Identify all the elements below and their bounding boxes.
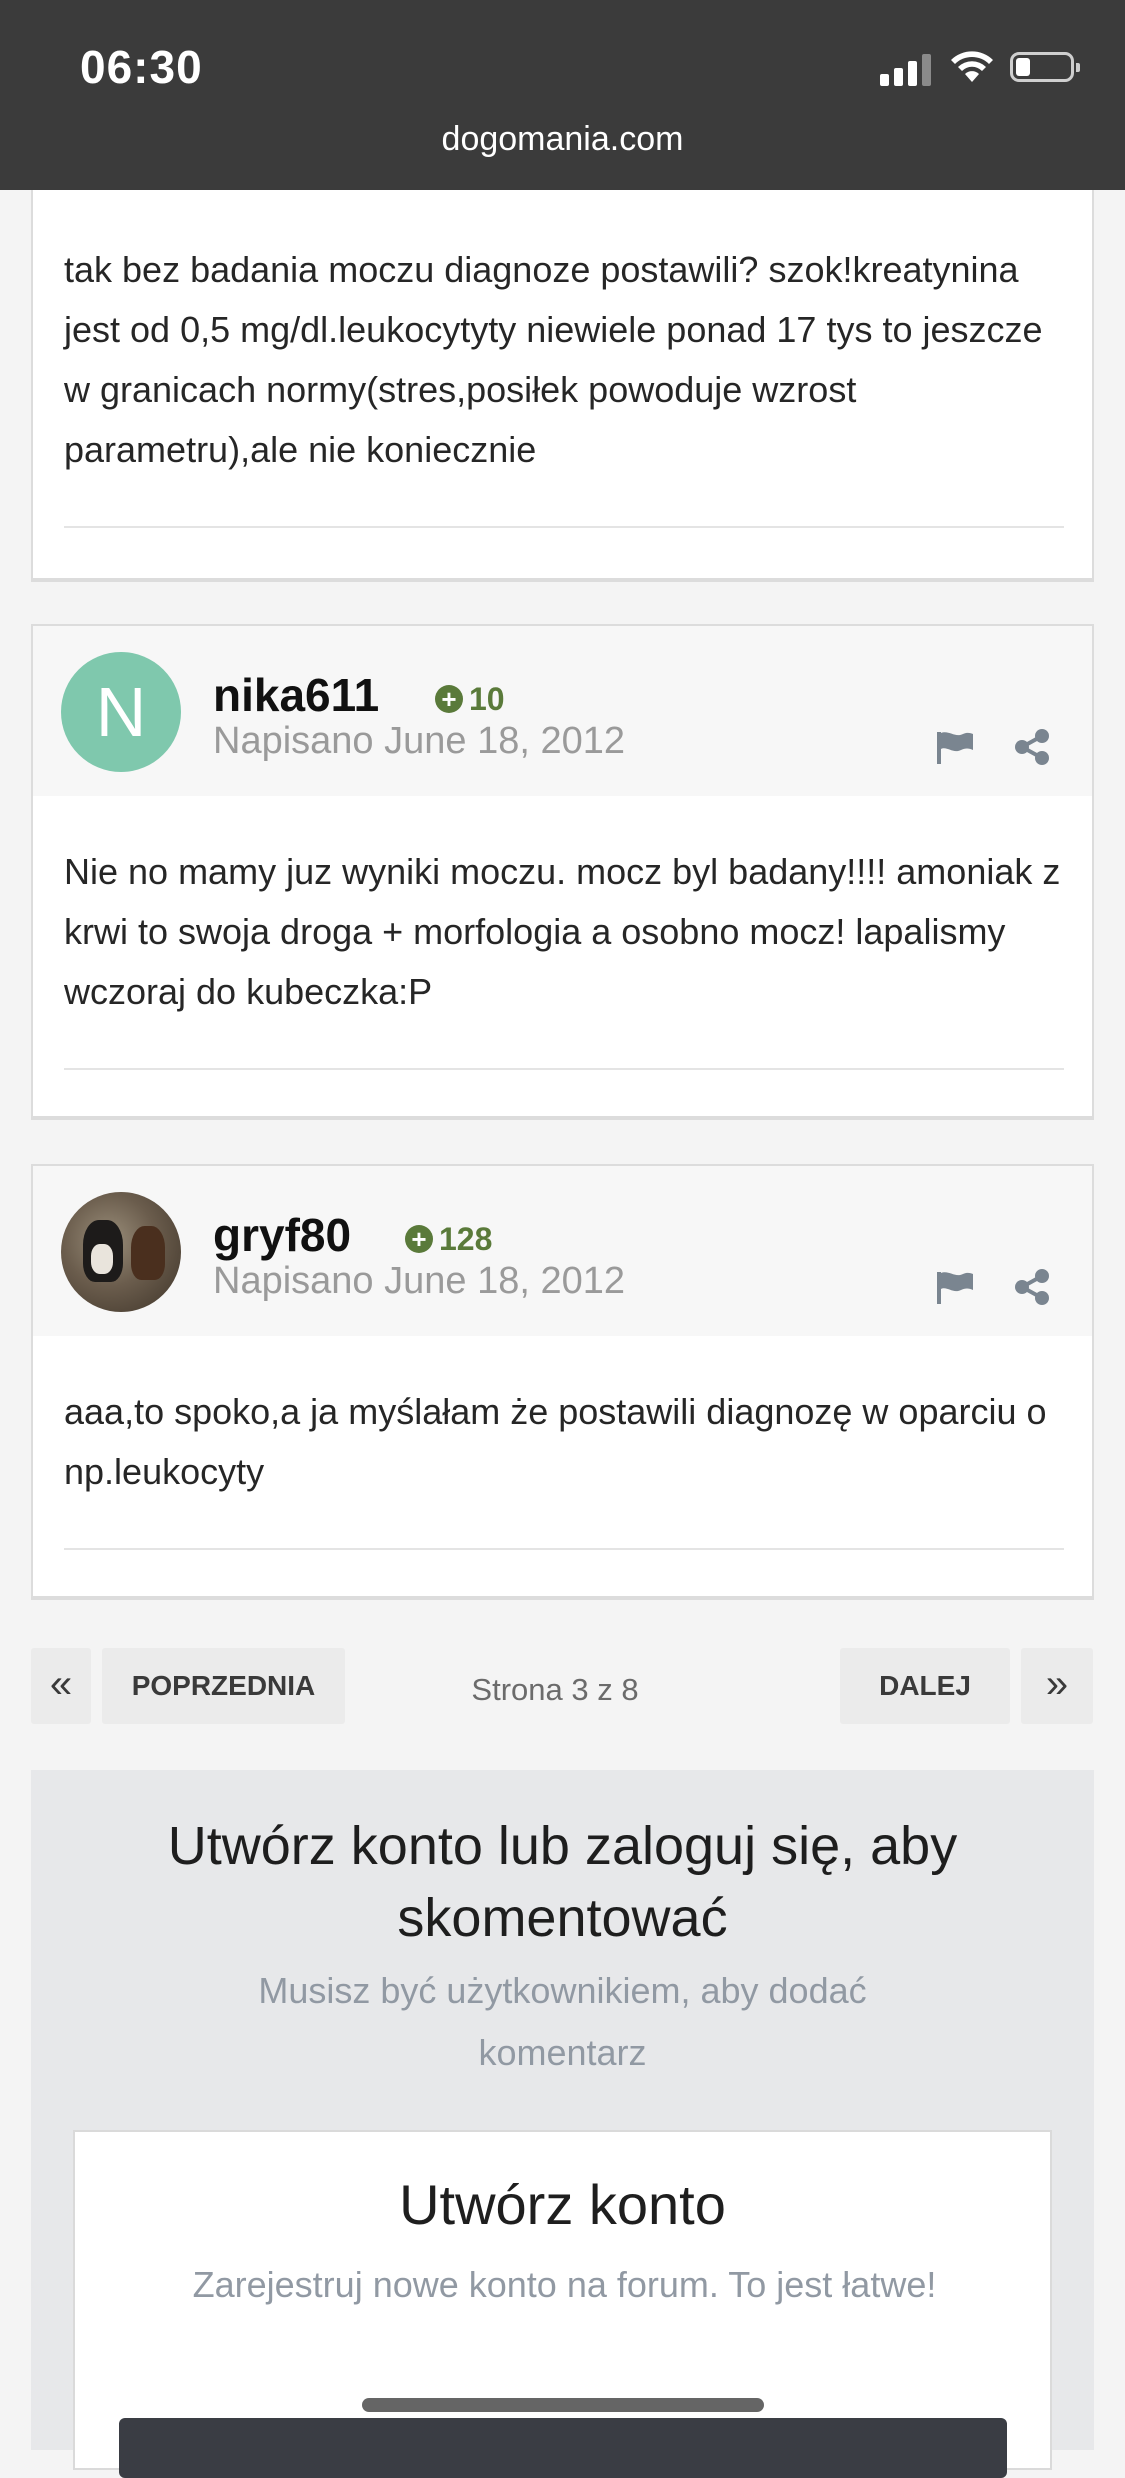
reputation-count: 128 [439,1221,493,1257]
create-account-subtitle: Zarejestruj nowe konto na forum. To jest… [192,2264,937,2305]
post-card: gryf80 +128 Napisano June 18, 2012 aaa,t… [31,1164,1094,1600]
create-account-card: Utwórz konto Zarejestruj nowe konto na f… [73,2130,1052,2478]
browser-top-bar: 06:30 dogomania.com [0,0,1125,190]
signup-title: Utwórz konto lub zaloguj się, aby skomen… [167,1816,958,1948]
post-text: aaa,to spoko,a ja myślałam że postawili … [64,1391,1047,1492]
post-header: N nika611 +10 Napisano June 18, 2012 [33,626,1092,796]
post-author[interactable]: gryf80 [213,1208,351,1262]
avatar[interactable] [61,1192,181,1312]
plus-icon: + [435,685,463,713]
post-divider [64,1548,1064,1550]
share-icon[interactable] [1013,1268,1051,1306]
signup-section: Utwórz konto lub zaloguj się, aby skomen… [31,1770,1094,2478]
post-text: Nie no mamy juz wyniki moczu. mocz byl b… [64,851,1061,1012]
url-label[interactable]: dogomania.com [0,120,1125,159]
reputation-badge: +10 [435,681,505,718]
avatar[interactable]: N [61,652,181,772]
post-divider [64,1068,1064,1070]
next-page-button[interactable]: DALEJ [840,1648,1010,1724]
last-page-button[interactable]: » [1021,1648,1093,1724]
flag-icon[interactable] [935,730,975,764]
post-author[interactable]: nika611 [213,668,379,722]
reputation-count: 10 [469,681,505,717]
cellular-signal-icon [880,52,932,86]
flag-icon[interactable] [935,1270,975,1304]
register-button[interactable] [119,2418,1007,2478]
battery-icon [1010,52,1080,82]
share-icon[interactable] [1013,728,1051,766]
post-divider [64,526,1064,528]
post-header: gryf80 +128 Napisano June 18, 2012 [33,1166,1092,1336]
status-time: 06:30 [80,41,203,93]
wifi-icon [951,51,993,82]
create-account-title: Utwórz konto [399,2173,726,2236]
signup-subtitle: Musisz być użytkownikiem, aby dodać kome… [258,1970,867,2073]
home-indicator[interactable] [362,2398,764,2412]
post-text: tak bez badania moczu diagnoze postawili… [64,249,1043,470]
plus-icon: + [405,1225,433,1253]
post-date: Napisano June 18, 2012 [213,720,625,762]
post-date: Napisano June 18, 2012 [213,1260,625,1302]
post-card: tak bez badania moczu diagnoze postawili… [31,190,1094,582]
reputation-badge: +128 [405,1221,492,1258]
post-card: N nika611 +10 Napisano June 18, 2012 Nie… [31,624,1094,1120]
previous-page-button[interactable]: POPRZEDNIA [102,1648,345,1724]
first-page-button[interactable]: « [31,1648,91,1724]
page-indicator: Strona 3 z 8 [471,1672,639,1707]
